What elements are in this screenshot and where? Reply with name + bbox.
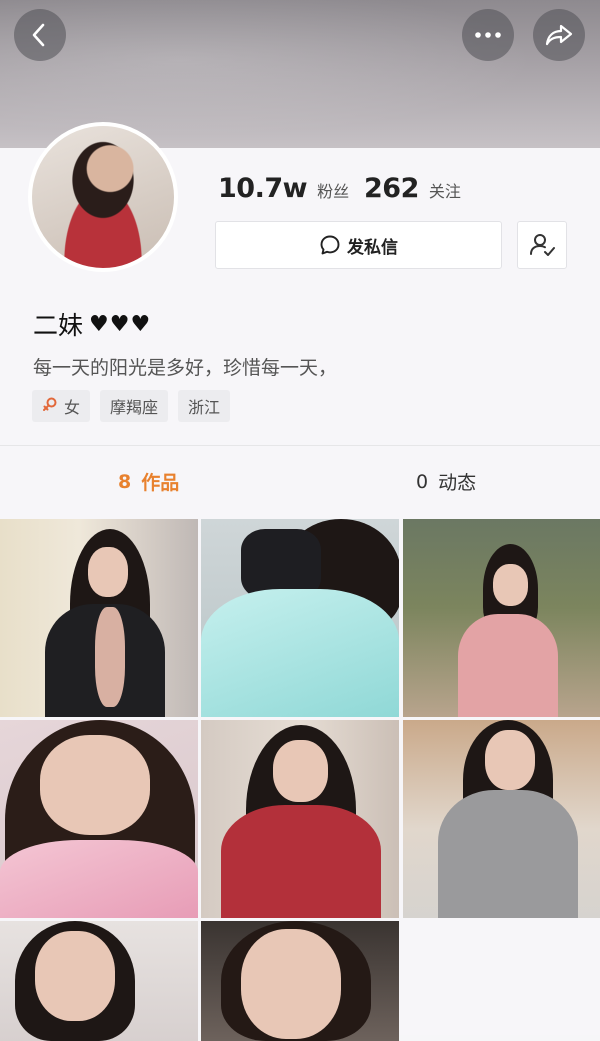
profile-bio: 每一天的阳光是多好，珍惜每一天，	[33, 357, 338, 379]
location-tag: 浙江	[178, 390, 231, 422]
fans-count: 10.7w	[218, 173, 308, 204]
user-check-icon	[530, 234, 555, 256]
profile-tags: 女 摩羯座 浙江	[32, 390, 231, 422]
follow-user-button[interactable]	[517, 221, 567, 269]
send-message-button[interactable]: 发私信	[215, 221, 502, 269]
following-label: 关注	[428, 182, 461, 201]
work-thumbnail[interactable]	[201, 720, 399, 918]
work-thumbnail[interactable]	[201, 921, 399, 1041]
following-stat[interactable]: 262 关注	[364, 173, 461, 204]
following-count: 262	[364, 173, 419, 204]
zodiac-tag: 摩羯座	[100, 390, 169, 422]
works-count: 8	[118, 470, 132, 493]
work-thumbnail[interactable]	[201, 519, 399, 717]
location-label: 浙江	[188, 398, 221, 417]
dynamics-count: 0	[416, 470, 429, 493]
tab-dynamics[interactable]: 0 动态	[416, 468, 476, 495]
gender-label: 女	[64, 398, 81, 417]
fans-label: 粉丝	[317, 182, 350, 201]
work-thumbnail[interactable]	[403, 720, 600, 918]
tab-works[interactable]: 8 作品	[118, 468, 179, 495]
heart-icons: ♥♥♥	[89, 311, 152, 337]
dynamics-label: 动态	[438, 472, 477, 494]
chat-bubble-icon	[320, 235, 340, 255]
avatar[interactable]	[28, 122, 178, 272]
profile-name-row: 二妹 ♥♥♥	[33, 306, 151, 342]
work-thumbnail[interactable]	[0, 921, 198, 1041]
work-thumbnail[interactable]	[403, 519, 600, 717]
chevron-left-icon	[32, 23, 45, 47]
tabs-divider	[0, 445, 600, 446]
gender-tag: 女	[32, 390, 91, 422]
works-label: 作品	[141, 472, 180, 494]
share-button[interactable]	[533, 9, 585, 61]
more-button[interactable]	[462, 9, 514, 61]
female-symbol-icon	[42, 396, 58, 416]
share-arrow-icon	[545, 24, 573, 46]
send-message-label: 发私信	[347, 237, 398, 258]
more-dots-icon	[475, 32, 501, 38]
back-button[interactable]	[14, 9, 66, 61]
fans-stat[interactable]: 10.7w 粉丝	[218, 173, 349, 204]
work-thumbnail[interactable]	[0, 519, 198, 717]
work-thumbnail[interactable]	[0, 720, 198, 918]
profile-name: 二妹	[33, 311, 84, 340]
zodiac-label: 摩羯座	[110, 398, 159, 417]
